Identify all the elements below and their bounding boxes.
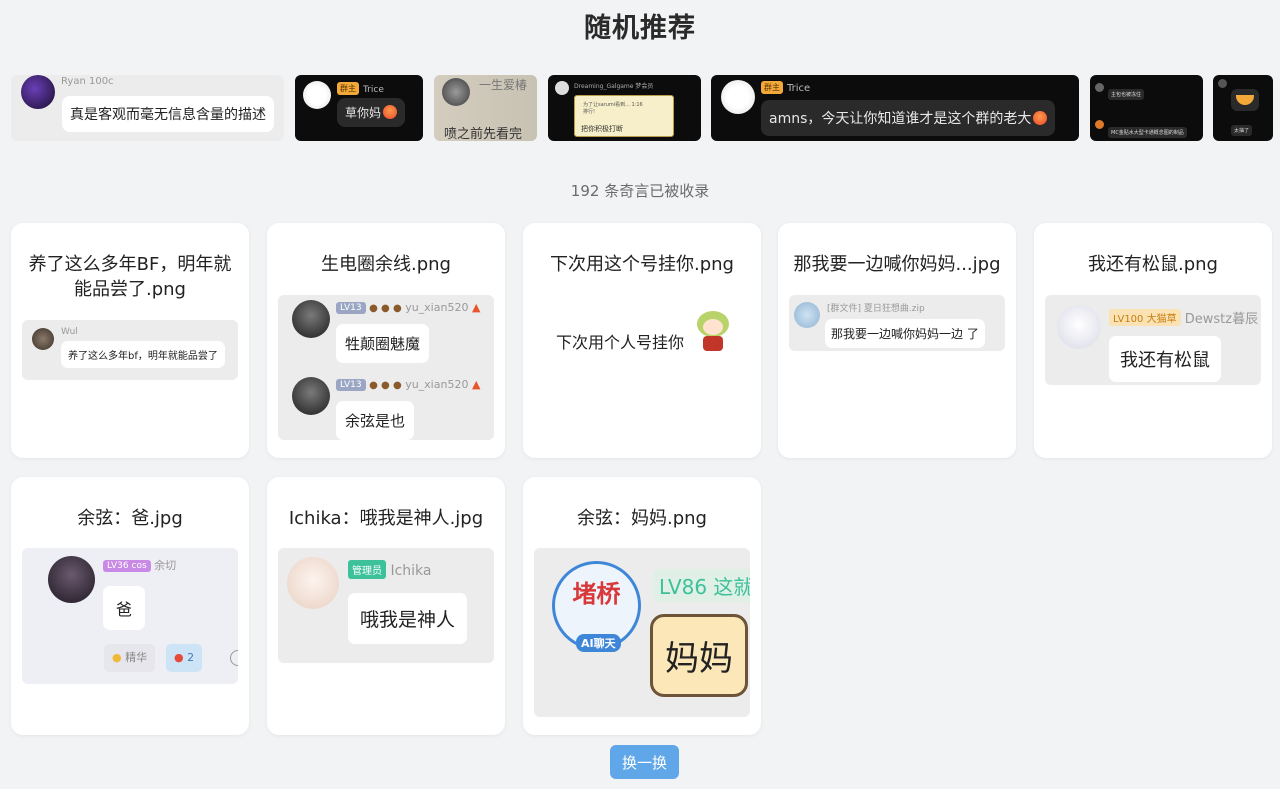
card-title: 养了这么多年BF，明年就能品尝了.png [28, 254, 232, 300]
thumb-dreaming[interactable]: Dreaming_Galgame 梦会员 为了让sarumi看到... 1:16… [548, 75, 701, 141]
avatar [303, 81, 331, 109]
avatar [287, 557, 339, 609]
message-bubble: 余弦是也 [336, 401, 415, 440]
sender-name: yu_xian520 [405, 301, 469, 314]
sender-name: Ryan 100c [61, 76, 114, 87]
message-bubble: 真是客观而毫无信息含量的描述 [62, 96, 274, 132]
card-title: 那我要一边喊你妈妈...jpg [793, 254, 1001, 275]
file-label: [群文件] 夏日狂想曲.zip [827, 304, 925, 314]
flame-icon: ● [112, 651, 122, 664]
poop-icon: ● ● ● [369, 303, 402, 314]
overlay-text-top: 一生爱椿 [479, 78, 528, 92]
thumb-partial[interactable]: 太抽了 [1213, 75, 1273, 141]
swap-button[interactable]: 换一换 [610, 745, 679, 779]
card-screenshot: 堵桥 AI聊天 LV86 这就是 妈妈 [534, 548, 750, 717]
sender-name: Ichika [390, 563, 432, 579]
message-bubble: 牲颠圈魅魔 [336, 324, 430, 363]
quote-card[interactable]: 生电圈余线.png LV13 ● ● ● yu_xian520 ▲ 牲颠圈魅魔 … [267, 223, 505, 458]
message-bubble: 爸 [103, 586, 146, 630]
face-icon [1231, 89, 1259, 111]
card-screenshot: Wul 养了这么多年bf，明年就能品尝了 [22, 320, 238, 380]
chibi-sticker-icon [691, 309, 735, 353]
quote-card[interactable]: 下次用这个号挂你.png 下次用个人号挂你 [523, 223, 761, 458]
card-title: 余弦：妈妈.png [577, 508, 707, 529]
thumb-trice-2[interactable]: 群主 Trice amns，今天让你知道谁才是这个群的老大 [711, 75, 1079, 141]
avatar [48, 556, 95, 603]
fire-icon: ▲ [471, 301, 481, 314]
sender-name: yu_xian520 [405, 378, 469, 391]
card-screenshot: LV100 大猫草 Dewstz暮辰 我还有松鼠 [1045, 295, 1261, 385]
poop-icon: ● ● ● [369, 380, 402, 391]
message-bubble: 我还有松鼠 [1109, 336, 1221, 382]
avatar [1095, 120, 1104, 129]
message-bubble: 那我要一边喊你妈妈一边 了 [825, 319, 985, 348]
ai-chat-label: AI聊天 [576, 634, 621, 652]
avatar [794, 302, 820, 328]
avatar [1057, 305, 1101, 349]
card-title: Ichika：哦我是神人.jpg [288, 508, 484, 529]
thumb-small-chat[interactable]: 主包也被冻住 MC金贴水大型卡通概念图的制品 [1090, 75, 1203, 141]
avatar [292, 300, 330, 338]
collection-count: 192 条奇言已被收录 [570, 182, 710, 200]
message-bubble: 养了这么多年bf，明年就能品尝了 [61, 341, 225, 368]
owner-tag: 群主 [761, 81, 783, 94]
avatar [32, 328, 54, 350]
message-text: 下次用个人号挂你 [556, 333, 685, 352]
reaction-essence[interactable]: ● 精华 [104, 644, 156, 672]
message-bubble: amns，今天让你知道谁才是这个群的老大 [761, 100, 1056, 136]
sender-name: Wul [61, 327, 78, 337]
page-title: 随机推荐 [584, 13, 696, 44]
card-title: 下次用这个号挂你.png [550, 254, 734, 275]
avatar [442, 78, 470, 106]
card-screenshot: [群文件] 夏日狂想曲.zip 那我要一边喊你妈妈一边 了 [789, 295, 1005, 351]
sender-name: Trice [787, 83, 811, 94]
thumb-trice-1[interactable]: 群主 Trice 草你妈 [295, 75, 423, 141]
avatar [21, 75, 55, 109]
recommend-strip: Ryan 100c 真是客观而毫无信息含量的描述 群主 Trice 草你妈 一生爱… [0, 75, 1280, 141]
avatar [555, 81, 569, 95]
reaction-candy[interactable]: ● 2 [166, 644, 203, 672]
quote-card[interactable]: Ichika：哦我是神人.jpg 管理员 Ichika 哦我是神人 [267, 477, 505, 735]
angry-face-icon [1033, 111, 1048, 125]
message-bubble: 草你妈 [337, 98, 406, 127]
fire-icon: ▲ [471, 378, 481, 391]
level-badge: LV100 大猫草 [1109, 309, 1181, 326]
card-title: 我还有松鼠.png [1088, 254, 1218, 275]
avatar [1095, 83, 1104, 92]
quote-card[interactable]: 我还有松鼠.png LV100 大猫草 Dewstz暮辰 我还有松鼠 [1034, 223, 1272, 458]
owner-tag: 群主 [337, 82, 359, 95]
quote-card[interactable]: 那我要一边喊你妈妈...jpg [群文件] 夏日狂想曲.zip 那我要一边喊你妈… [778, 223, 1016, 458]
level-text: LV86 这就是 [653, 569, 750, 602]
level-badge: LV13 [336, 302, 366, 314]
sender-name: Dreaming_Galgame 梦会员 [574, 83, 654, 90]
card-title: 生电圈余线.png [321, 254, 451, 275]
avatar [721, 80, 755, 114]
quote-card[interactable]: 余弦：爸.jpg LV36 cos 余切 爸 ● 精华 ● 2 [11, 477, 249, 735]
level-badge: LV36 cos [103, 560, 151, 572]
sender-name: 余切 [154, 559, 177, 572]
sender-name: Dewstz暮辰 [1184, 312, 1259, 327]
sender-name: Trice [363, 85, 384, 95]
thumb-ryan[interactable]: Ryan 100c 真是客观而毫无信息含量的描述 [11, 75, 284, 141]
card-title: 余弦：爸.jpg [77, 508, 183, 529]
message-bubble: 妈妈 [650, 614, 748, 697]
card-screenshot: LV13 ● ● ● yu_xian520 ▲ 牲颠圈魅魔 LV13 ● ● ●… [278, 295, 494, 440]
lollipop-icon: ● [174, 651, 184, 664]
admin-badge: 管理员 [348, 560, 386, 579]
card-screenshot: 管理员 Ichika 哦我是神人 [278, 548, 494, 663]
thumb-overlay[interactable]: 一生爱椿 喷之前先看完 [434, 75, 537, 141]
card-screenshot: LV36 cos 余切 爸 ● 精华 ● 2 [22, 548, 238, 684]
angry-face-icon [383, 105, 398, 119]
more-reactions-icon[interactable] [230, 650, 238, 666]
quote-card[interactable]: 养了这么多年BF，明年就能品尝了.png Wul 养了这么多年bf，明年就能品尝… [11, 223, 249, 458]
avatar [292, 377, 330, 415]
message-bubble: 哦我是神人 [348, 593, 468, 644]
quote-card: 为了让sarumi看到... 1:16 排行! 把你积极打断 [574, 95, 674, 137]
overlay-text-bottom: 喷之前先看完 [444, 127, 523, 141]
level-badge: LV13 [336, 379, 366, 391]
quote-card[interactable]: 余弦：妈妈.png 堵桥 AI聊天 LV86 这就是 妈妈 [523, 477, 761, 735]
avatar [1218, 79, 1227, 88]
